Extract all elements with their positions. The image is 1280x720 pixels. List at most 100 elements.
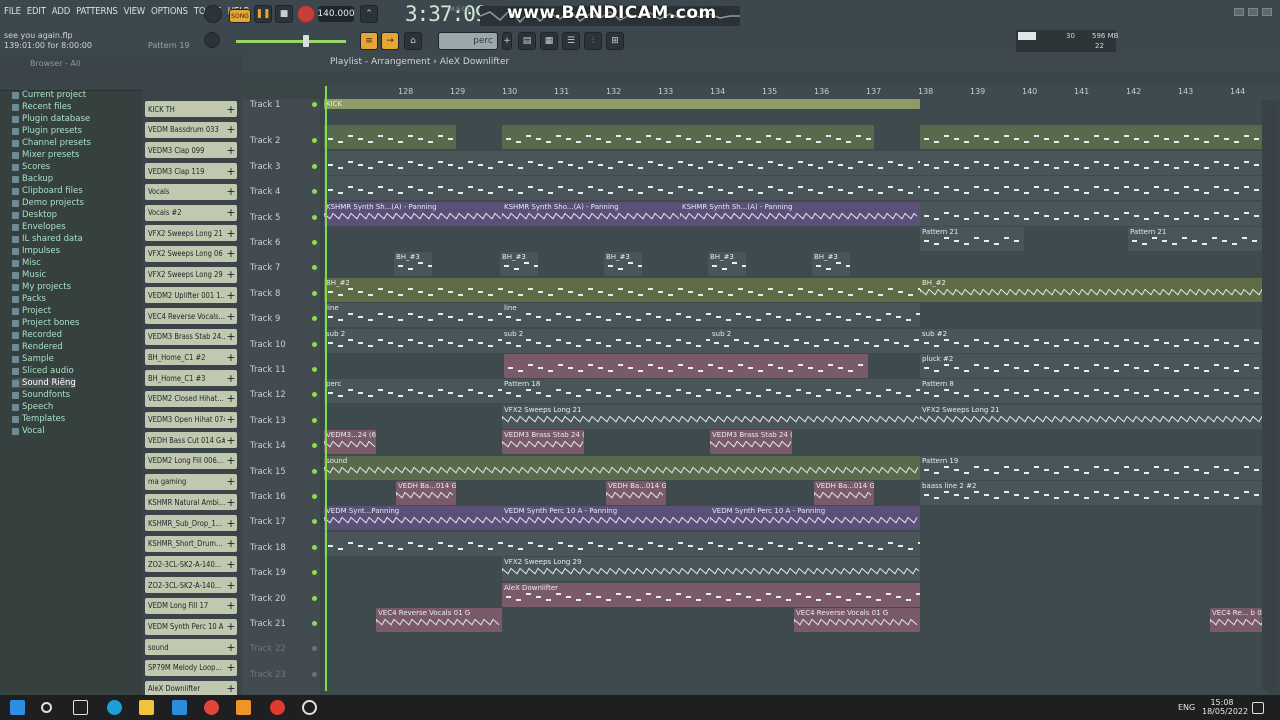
channel-button[interactable]: VEDM2 Uplifter 001 1... + bbox=[145, 287, 237, 304]
playlist-clip[interactable]: line bbox=[324, 303, 502, 328]
track-mute-led[interactable] bbox=[312, 367, 317, 372]
playlist-clip[interactable]: VFX2 Sweeps Long 29 bbox=[502, 557, 920, 582]
playlist-clip[interactable]: VEDM Synth Perc 10 A - Panning bbox=[710, 506, 920, 531]
playlist-clip[interactable] bbox=[920, 150, 1268, 175]
channel-button[interactable]: VEDM3 Brass Stab 24... + bbox=[145, 328, 237, 345]
add-to-playlist-icon[interactable]: + bbox=[225, 454, 237, 468]
add-to-playlist-icon[interactable]: + bbox=[225, 475, 237, 489]
stop-button[interactable]: ■ bbox=[275, 5, 293, 23]
track-label[interactable]: Track 18 bbox=[250, 543, 286, 553]
browser-item[interactable]: Speech bbox=[12, 402, 53, 412]
track-label[interactable]: Track 7 bbox=[250, 263, 280, 273]
browser-item[interactable]: Demo projects bbox=[12, 198, 84, 208]
channel-button[interactable]: ZO2-3CL-SK2-A-140... + bbox=[145, 577, 237, 594]
browser-item[interactable]: Project bbox=[12, 306, 51, 316]
add-to-playlist-icon[interactable]: + bbox=[225, 330, 237, 344]
track-label[interactable]: Track 3 bbox=[250, 162, 280, 172]
step-mode-icon[interactable]: → bbox=[381, 32, 399, 50]
track-mute-led[interactable] bbox=[312, 570, 317, 576]
browser-item[interactable]: Plugin database bbox=[12, 114, 90, 124]
browser-item[interactable]: My projects bbox=[12, 282, 71, 292]
playlist-clip[interactable]: BH_#3 bbox=[708, 252, 746, 277]
menu-add[interactable]: ADD bbox=[52, 6, 71, 17]
add-to-playlist-icon[interactable]: + bbox=[225, 516, 237, 530]
browser-item[interactable]: Recent files bbox=[12, 102, 71, 112]
track-mute-led[interactable] bbox=[312, 392, 317, 398]
add-to-playlist-icon[interactable]: + bbox=[225, 620, 237, 634]
browser-item[interactable]: Sliced audio bbox=[12, 366, 74, 376]
fl-studio-icon[interactable] bbox=[236, 700, 251, 715]
arrangement-grid[interactable]: KICK KSHMR Synth Sh...(A) - Panning KSHMR … bbox=[324, 99, 1268, 695]
playlist-clip[interactable]: KSHMR Synth Sh...(A) - Panning bbox=[324, 201, 502, 226]
add-to-playlist-icon[interactable]: + bbox=[225, 640, 237, 654]
add-to-playlist-icon[interactable]: + bbox=[225, 682, 237, 696]
tempo-display[interactable]: 140.000 bbox=[317, 6, 355, 22]
channel-button[interactable]: KICK TH + bbox=[145, 101, 237, 117]
playlist-clip[interactable]: BH_#2 bbox=[324, 277, 920, 302]
add-to-playlist-icon[interactable]: + bbox=[225, 288, 237, 302]
close-icon[interactable] bbox=[1262, 8, 1272, 16]
browser-item[interactable]: Music bbox=[12, 270, 46, 280]
mixer-icon[interactable]: ⫶ bbox=[584, 32, 602, 50]
playlist-clip[interactable]: line bbox=[502, 303, 920, 328]
channel-button[interactable]: BH_Home_C1 #3 + bbox=[145, 370, 237, 387]
master-volume-handle[interactable] bbox=[303, 35, 309, 47]
track-label[interactable]: Track 22 bbox=[250, 644, 286, 654]
playlist-clip[interactable]: sub 2 bbox=[324, 328, 502, 353]
playlist-clip[interactable]: BH_#2 bbox=[920, 277, 1268, 302]
track-label[interactable]: Track 13 bbox=[250, 416, 286, 426]
channel-button[interactable]: sound + bbox=[145, 639, 237, 656]
playlist-clip[interactable]: Pattern 21 bbox=[920, 227, 1024, 251]
playlist-clip[interactable]: sub 2 bbox=[710, 328, 920, 353]
metronome-icon[interactable]: ⌃ bbox=[360, 5, 378, 23]
track-label[interactable]: Track 15 bbox=[250, 467, 286, 477]
maximize-icon[interactable] bbox=[1248, 8, 1258, 16]
clock-date[interactable]: 18/05/2022 bbox=[1202, 707, 1248, 716]
browser-item[interactable]: Desktop bbox=[12, 210, 57, 220]
track-mute-led[interactable] bbox=[312, 163, 317, 169]
add-to-playlist-icon[interactable]: + bbox=[225, 268, 237, 282]
track-mute-led[interactable] bbox=[312, 265, 317, 271]
pattern-mode-icon[interactable]: ≡ bbox=[360, 32, 378, 50]
track-mute-led[interactable] bbox=[312, 189, 317, 195]
add-to-playlist-icon[interactable]: + bbox=[225, 185, 237, 199]
playlist-clip[interactable]: BH_#3 bbox=[604, 252, 642, 277]
playlist-vertical-scrollbar[interactable] bbox=[1262, 100, 1276, 690]
playlist-clip[interactable]: BH_#3 bbox=[394, 252, 432, 277]
notification-icon[interactable] bbox=[1252, 702, 1264, 714]
edge-icon[interactable] bbox=[107, 700, 122, 715]
channel-button[interactable]: ZO2-3CL-SK2-A-140... + bbox=[145, 556, 237, 573]
track-mute-led[interactable] bbox=[312, 138, 317, 144]
playlist-clip[interactable] bbox=[324, 125, 456, 150]
playlist-clip[interactable]: KSHMR Synth Sh...(A) - Panning bbox=[680, 201, 920, 226]
playlist-clip[interactable]: Pattern 18 bbox=[502, 379, 920, 404]
browser-item[interactable]: Channel presets bbox=[12, 138, 91, 148]
track-label[interactable]: Track 19 bbox=[250, 568, 286, 578]
add-to-playlist-icon[interactable]: + bbox=[225, 164, 237, 178]
add-to-playlist-icon[interactable]: + bbox=[225, 247, 237, 261]
channel-button[interactable]: Vocals #2 + bbox=[145, 204, 237, 221]
channel-button[interactable]: VEDH Bass Cut 014 G# + bbox=[145, 432, 237, 449]
channel-button[interactable]: VEDM Long Fill 17 + bbox=[145, 597, 237, 614]
track-mute-led[interactable] bbox=[312, 102, 317, 107]
browser-item[interactable]: Recorded bbox=[12, 330, 62, 340]
menu-options[interactable]: OPTIONS bbox=[151, 6, 188, 17]
master-volume-slider[interactable] bbox=[236, 40, 346, 43]
playlist-clip[interactable]: baass line 2 #2 bbox=[920, 481, 1268, 505]
playlist-clip[interactable] bbox=[920, 125, 1268, 150]
playlist-clip[interactable] bbox=[504, 354, 868, 378]
playlist-clip[interactable] bbox=[920, 201, 1268, 226]
add-to-playlist-icon[interactable]: + bbox=[225, 537, 237, 551]
playlist-pattern-name[interactable]: AleX Downlifter bbox=[440, 57, 510, 67]
playlist-clip[interactable]: AleX Downlifter bbox=[502, 582, 920, 607]
pat-song-knob-icon[interactable] bbox=[204, 5, 222, 23]
playlist-clip[interactable]: sound bbox=[324, 455, 920, 480]
track-label[interactable]: Track 17 bbox=[250, 517, 286, 527]
channel-button[interactable]: VFX2 Sweeps Long 29 + bbox=[145, 266, 237, 283]
channel-button[interactable]: Vocals + bbox=[145, 183, 237, 200]
channel-button[interactable]: VFX2 Sweeps Long 21 + bbox=[145, 225, 237, 242]
master-knob-icon[interactable] bbox=[204, 32, 220, 48]
playlist-icon[interactable]: ▤ bbox=[518, 32, 536, 50]
channel-button[interactable]: VFX2 Sweeps Long 06 + bbox=[145, 245, 237, 262]
browser-item[interactable]: Templates bbox=[12, 414, 65, 424]
